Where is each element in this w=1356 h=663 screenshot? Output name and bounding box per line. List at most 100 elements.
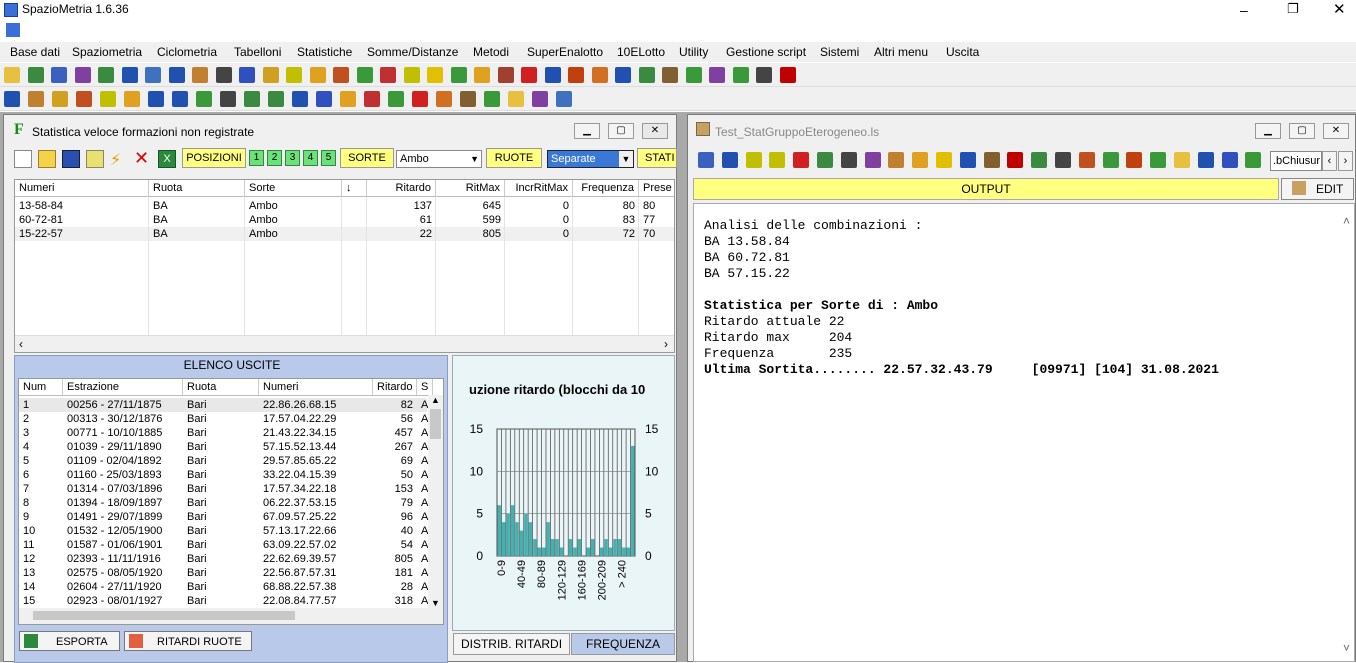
minimize-icon[interactable]: –	[1240, 2, 1256, 18]
toolbar-tool-14-icon[interactable]	[309, 67, 326, 83]
list-item[interactable]: 12 02393 - 11/11/1916 Bari 22.62.69.39.57 80…	[19, 552, 428, 566]
toolbar-tool-20-icon[interactable]	[450, 67, 467, 83]
toolbar-tool-31-icon[interactable]	[709, 67, 725, 83]
sorte-button[interactable]: SORTE	[340, 148, 394, 168]
table-row[interactable]: 13-58-84 BA Ambo 137 645 0 80 80	[15, 199, 674, 213]
elenco-header-2[interactable]: Ruota	[183, 379, 259, 396]
stat-button[interactable]: STATI	[637, 148, 677, 168]
toolbar-tool-18-icon[interactable]	[403, 67, 420, 83]
menu-item-tabelloni[interactable]: Tabelloni	[234, 45, 281, 59]
pos-2-button[interactable]: 2	[267, 150, 282, 166]
menu-item-sistemi[interactable]: Sistemi	[820, 45, 859, 59]
script-tool-6-icon[interactable]	[817, 152, 833, 168]
script-tool-11-icon[interactable]	[936, 152, 952, 168]
toolbar-tool-21-icon[interactable]	[474, 67, 490, 83]
script-tool-14-icon[interactable]	[1007, 152, 1024, 168]
toolbar-tool-32-icon[interactable]	[732, 67, 749, 83]
save-icon[interactable]	[62, 150, 80, 168]
ruote-button[interactable]: RUOTE	[486, 148, 542, 168]
elenco-hscrollbar[interactable]	[19, 608, 443, 624]
grid-header-1[interactable]: Ruota	[149, 180, 245, 197]
script-tool-18-icon[interactable]	[1102, 152, 1119, 168]
toolbar-tool-15-icon[interactable]	[333, 67, 349, 83]
script-tool-22-icon[interactable]	[1197, 152, 1214, 168]
minimize-button[interactable]: ▁	[1255, 123, 1281, 139]
toolbar-tool-33-icon[interactable]	[756, 67, 772, 83]
script-tool-9-icon[interactable]	[888, 152, 905, 168]
pos-5-button[interactable]: 5	[321, 150, 336, 166]
toolbar-tool2-22-icon[interactable]	[508, 91, 524, 107]
scroll-down-icon[interactable]: ▼	[431, 598, 440, 608]
menu-item-spaziometria[interactable]: Spaziometria	[72, 45, 142, 59]
menu-item-altri-menu[interactable]: Altri menu	[874, 45, 928, 59]
toolbar-tool-3-icon[interactable]	[51, 67, 67, 83]
script-tool-16-icon[interactable]	[1055, 152, 1071, 168]
script-tool-12-icon[interactable]	[959, 152, 976, 168]
toolbar-tool-28-icon[interactable]	[638, 67, 655, 83]
script-tool-20-icon[interactable]	[1150, 152, 1167, 168]
toolbar-tool-29-icon[interactable]	[662, 67, 678, 83]
toolbar-tool-25-icon[interactable]	[568, 67, 584, 83]
esporta-button[interactable]: ESPORTA	[19, 631, 120, 651]
elenco-header-3[interactable]: Numeri	[259, 379, 373, 396]
toolbar-tool2-1-icon[interactable]	[4, 91, 20, 107]
script-tool-8-icon[interactable]	[864, 152, 881, 168]
ritardi-ruote-button[interactable]: RITARDI RUOTE	[124, 631, 252, 651]
menu-item-metodi[interactable]: Metodi	[473, 45, 509, 59]
tab-frequenza[interactable]: FREQUENZA	[571, 633, 675, 655]
grid-header-5[interactable]: RitMax	[436, 180, 505, 197]
restore-icon[interactable]: ❐	[1287, 1, 1303, 17]
toolbar-tool2-11-icon[interactable]	[244, 91, 260, 107]
script-combo[interactable]: .bChiusur	[1270, 151, 1322, 171]
menu-item-ciclometria[interactable]: Ciclometria	[157, 45, 217, 59]
script-tool-5-icon[interactable]	[793, 152, 810, 168]
toolbar-tool-11-icon[interactable]	[239, 67, 255, 83]
toolbar-tool-22-icon[interactable]	[497, 67, 514, 83]
close-button[interactable]: ✕	[1323, 123, 1349, 139]
toolbar-tool2-23-icon[interactable]	[532, 91, 548, 107]
script-tool-4-icon[interactable]	[769, 152, 786, 168]
sorte-select[interactable]: Ambo ▼	[396, 150, 482, 168]
maximize-button[interactable]: ▢	[608, 123, 634, 139]
list-item[interactable]: 10 01532 - 12/05/1900 Bari 57.13.17.22.66 40…	[19, 524, 428, 538]
script-tool-13-icon[interactable]	[983, 152, 1000, 168]
maximize-button[interactable]: ▢	[1289, 123, 1315, 139]
new-icon[interactable]	[14, 150, 32, 168]
toolbar-tool-10-icon[interactable]	[215, 67, 232, 83]
output-label[interactable]: OUTPUT	[693, 178, 1279, 200]
list-item[interactable]: 1 00256 - 27/11/1875 Bari 22.86.26.68.15 82 A	[19, 398, 428, 412]
script-tool-24-icon[interactable]	[1245, 152, 1262, 168]
grid-header-7[interactable]: Frequenza	[573, 180, 639, 197]
hscroll-thumb[interactable]	[33, 611, 295, 620]
toolbar-tool-2-icon[interactable]	[27, 67, 44, 83]
toolbar-tool-17-icon[interactable]	[380, 67, 396, 83]
run-icon[interactable]: ⚡	[110, 150, 128, 169]
toolbar-tool2-21-icon[interactable]	[484, 91, 500, 107]
toolbar-tool-6-icon[interactable]	[121, 67, 138, 83]
toolbar-tool2-7-icon[interactable]	[148, 91, 164, 107]
toolbar-tool-16-icon[interactable]	[356, 67, 373, 83]
scroll-up-icon[interactable]: ▲	[431, 395, 440, 405]
script-tool-23-icon[interactable]	[1221, 152, 1238, 168]
script-tool-2-icon[interactable]	[721, 152, 738, 168]
minimize-button[interactable]: ▁	[574, 123, 600, 139]
grid-header-3[interactable]: ↓	[342, 180, 367, 197]
toolbar-tool2-5-icon[interactable]	[100, 91, 116, 107]
scroll-down-icon[interactable]: ˅	[1343, 641, 1350, 655]
scroll-thumb[interactable]	[430, 409, 441, 439]
elenco-header-1[interactable]: Estrazione	[63, 379, 183, 396]
list-item[interactable]: 3 00771 - 10/10/1885 Bari 21.43.22.34.15 457…	[19, 426, 428, 440]
ruote-select[interactable]: Separate ▼	[547, 150, 634, 168]
grid-header-0[interactable]: Numeri	[15, 180, 149, 197]
open-icon[interactable]	[38, 150, 56, 168]
scroll-right-icon[interactable]: ›	[664, 337, 668, 351]
list-item[interactable]: 14 02604 - 27/11/1920 Bari 68.88.22.57.38 28…	[19, 580, 428, 594]
toolbar-tool2-4-icon[interactable]	[76, 91, 92, 107]
menu-item-gestione-script[interactable]: Gestione script	[726, 45, 806, 59]
pos-3-button[interactable]: 3	[285, 150, 300, 166]
list-item[interactable]: 5 01109 - 02/04/1892 Bari 29.57.85.65.22 69 A	[19, 454, 428, 468]
excel-icon[interactable]: X	[158, 150, 176, 168]
pos-4-button[interactable]: 4	[303, 150, 318, 166]
toolbar-tool2-12-icon[interactable]	[268, 91, 284, 107]
toolbar-tool2-9-icon[interactable]	[196, 91, 212, 107]
